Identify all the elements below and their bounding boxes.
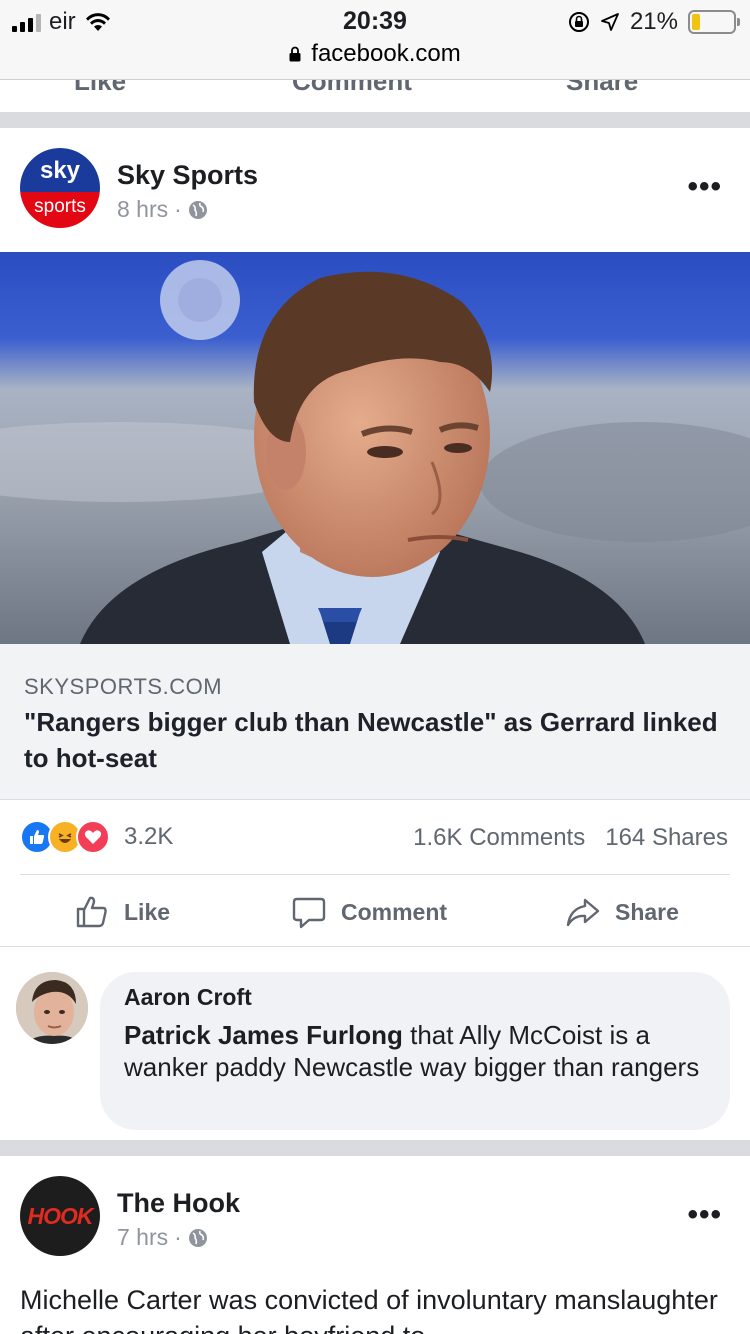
like-icon [76, 896, 107, 928]
location-icon [601, 13, 619, 31]
hook-post-meta: 7 hrs · [117, 1224, 208, 1251]
commenter-avatar[interactable] [16, 972, 88, 1044]
comment-bubble[interactable]: Aaron Croft Patrick James Furlong that A… [100, 972, 730, 1130]
link-title: "Rangers bigger club than Newcastle" as … [24, 707, 718, 773]
share-label: Share [615, 898, 679, 925]
avatar-logo-top: sky [20, 148, 100, 192]
post-meta: 8 hrs · [117, 196, 208, 223]
battery-level [692, 14, 700, 30]
feed-divider [0, 112, 750, 128]
hook-post-text: Michelle Carter was convicted of involun… [20, 1285, 718, 1334]
status-right: 21% [568, 8, 740, 36]
comments-divider [0, 946, 750, 947]
meta-separator: · [174, 196, 182, 222]
hook-logo-text: HOOK [27, 1202, 94, 1229]
like-label: Like [124, 898, 171, 925]
comment-count[interactable]: 1.6K Comments [413, 824, 585, 852]
feed-divider-2 [0, 1140, 750, 1156]
hook-more-options-icon[interactable]: ••• [687, 1198, 722, 1232]
share-count[interactable]: 164 Shares [605, 824, 728, 852]
previous-post-actions: Like Comment Share [0, 80, 750, 112]
actions-divider [20, 874, 730, 875]
link-preview[interactable]: SKYSPORTS.COM "Rangers bigger club than … [0, 644, 750, 800]
comment-text: Patrick James Furlong that Ally McCoist … [124, 1019, 706, 1083]
browser-status-bar: eir 20:39 facebook.com 21% [0, 0, 750, 80]
post-time[interactable]: 8 hrs [117, 196, 168, 223]
prev-share-button[interactable]: Share [566, 80, 638, 97]
link-domain: SKYSPORTS.COM [24, 674, 223, 699]
comment-author[interactable]: Aaron Croft [124, 984, 706, 1011]
page-avatar[interactable]: sky sports [20, 148, 100, 228]
reaction-count: 3.2K [124, 823, 174, 850]
hook-post-time[interactable]: 7 hrs [117, 1224, 168, 1251]
love-reaction-icon [76, 820, 110, 854]
hook-avatar[interactable]: HOOK [20, 1176, 100, 1256]
comment-mention[interactable]: Patrick James Furlong [124, 1020, 403, 1050]
engagement-counts: 1.6K Comments 164 Shares [413, 824, 728, 852]
hook-meta-separator: · [174, 1224, 182, 1250]
lock-icon [289, 46, 301, 62]
like-button[interactable]: Like [74, 892, 170, 932]
comment-button[interactable]: Comment [291, 892, 447, 932]
avatar-logo-bottom: sports [20, 192, 100, 228]
battery-percent: 21% [629, 8, 678, 35]
hook-page-name[interactable]: The Hook [117, 1188, 240, 1219]
globe-icon [188, 200, 207, 219]
battery-icon [688, 10, 740, 34]
comment-label: Comment [341, 898, 448, 925]
reaction-summary[interactable]: 3.2K [20, 820, 173, 854]
share-button[interactable]: Share [565, 892, 679, 932]
comment-icon [292, 897, 326, 929]
orientation-lock-icon [568, 12, 589, 32]
address-bar[interactable]: facebook.com [0, 40, 750, 68]
hook-globe-icon [188, 1228, 207, 1247]
more-options-icon[interactable]: ••• [687, 170, 722, 204]
url-text: facebook.com [311, 40, 461, 67]
prev-comment-button[interactable]: Comment [292, 80, 412, 97]
share-icon [566, 898, 600, 927]
post-image[interactable] [0, 252, 750, 644]
prev-like-button[interactable]: Like [74, 80, 126, 97]
manager-photo [0, 252, 750, 644]
page-name[interactable]: Sky Sports [117, 160, 258, 191]
